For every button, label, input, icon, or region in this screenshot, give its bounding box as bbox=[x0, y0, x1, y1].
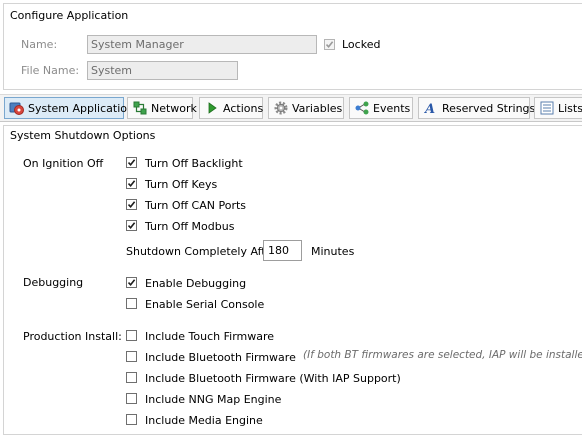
locked-label: Locked bbox=[342, 38, 381, 51]
tab-network[interactable]: Network bbox=[127, 97, 197, 119]
turn-off-can-ports-checkbox[interactable] bbox=[126, 199, 137, 210]
svg-text:A: A bbox=[423, 102, 435, 116]
minutes-label: Minutes bbox=[311, 245, 355, 258]
enable-debugging-checkbox[interactable] bbox=[126, 277, 137, 288]
turn-off-keys-label: Turn Off Keys bbox=[145, 178, 218, 191]
enable-debugging-label: Enable Debugging bbox=[145, 277, 247, 290]
include-media-engine-checkbox[interactable] bbox=[126, 414, 137, 425]
font-icon: A bbox=[423, 100, 439, 116]
enable-serial-console-label: Enable Serial Console bbox=[145, 298, 265, 311]
enable-serial-console-checkbox[interactable] bbox=[126, 298, 137, 309]
tab-label: Reserved Strings bbox=[442, 101, 536, 115]
include-nng-map-engine-checkbox[interactable] bbox=[126, 393, 137, 404]
tab-label: Network bbox=[151, 101, 197, 115]
tab-toolbar: System Application Network Actions Varia… bbox=[0, 94, 582, 122]
tab-events[interactable]: Events bbox=[349, 97, 413, 119]
on-ignition-off-label: On Ignition Off bbox=[23, 157, 104, 170]
name-label: Name: bbox=[21, 38, 58, 51]
gear-icon bbox=[273, 100, 289, 116]
turn-off-backlight-checkbox[interactable] bbox=[126, 157, 137, 168]
include-touch-firmware-checkbox[interactable] bbox=[126, 330, 137, 341]
tab-variables[interactable]: Variables bbox=[268, 97, 344, 119]
tab-label: System Application bbox=[28, 101, 134, 115]
tab-label: Actions bbox=[223, 101, 264, 115]
turn-off-modbus-label: Turn Off Modbus bbox=[145, 220, 235, 233]
list-icon bbox=[539, 100, 555, 116]
include-media-engine-label: Include Media Engine bbox=[145, 414, 263, 427]
tab-reserved-strings[interactable]: A Reserved Strings bbox=[418, 97, 535, 119]
turn-off-backlight-label: Turn Off Backlight bbox=[145, 157, 243, 170]
turn-off-can-ports-label: Turn Off CAN Ports bbox=[145, 199, 247, 212]
turn-off-keys-checkbox[interactable] bbox=[126, 178, 137, 189]
include-bluetooth-firmware-checkbox[interactable] bbox=[126, 351, 137, 362]
shutdown-completely-label: Shutdown Completely After bbox=[126, 245, 277, 258]
tab-label: Events bbox=[373, 101, 411, 115]
network-icon bbox=[132, 100, 148, 116]
events-icon bbox=[354, 100, 370, 116]
production-install-label: Production Install: bbox=[23, 330, 122, 343]
include-bluetooth-iap-firmware-label: Include Bluetooth Firmware (With IAP Sup… bbox=[145, 372, 401, 385]
system-app-icon bbox=[9, 100, 25, 116]
shutdown-minutes-input[interactable]: 180 bbox=[263, 240, 302, 261]
include-touch-firmware-label: Include Touch Firmware bbox=[145, 330, 275, 343]
tab-lists[interactable]: Lists bbox=[534, 97, 582, 119]
tab-system-application[interactable]: System Application bbox=[4, 97, 134, 119]
configure-application-title: Configure Application bbox=[10, 9, 129, 22]
file-name-label: File Name: bbox=[21, 64, 80, 77]
locked-checkbox[interactable] bbox=[324, 39, 335, 50]
bluetooth-firmware-note: (If both BT firmwares are selected, IAP … bbox=[303, 349, 582, 361]
tab-actions[interactable]: Actions bbox=[199, 97, 263, 119]
include-bluetooth-firmware-label: Include Bluetooth Firmware bbox=[145, 351, 296, 364]
section-title: System Shutdown Options bbox=[10, 129, 156, 142]
debugging-label: Debugging bbox=[23, 276, 84, 289]
tab-label: Variables bbox=[292, 101, 343, 115]
include-nng-map-engine-label: Include NNG Map Engine bbox=[145, 393, 282, 406]
turn-off-modbus-checkbox[interactable] bbox=[126, 220, 137, 231]
system-shutdown-panel bbox=[3, 125, 582, 435]
file-name-field[interactable]: System bbox=[87, 61, 238, 80]
name-field[interactable]: System Manager bbox=[87, 35, 317, 54]
play-icon bbox=[204, 100, 220, 116]
tab-label: Lists bbox=[558, 101, 582, 115]
include-bluetooth-iap-firmware-checkbox[interactable] bbox=[126, 372, 137, 383]
